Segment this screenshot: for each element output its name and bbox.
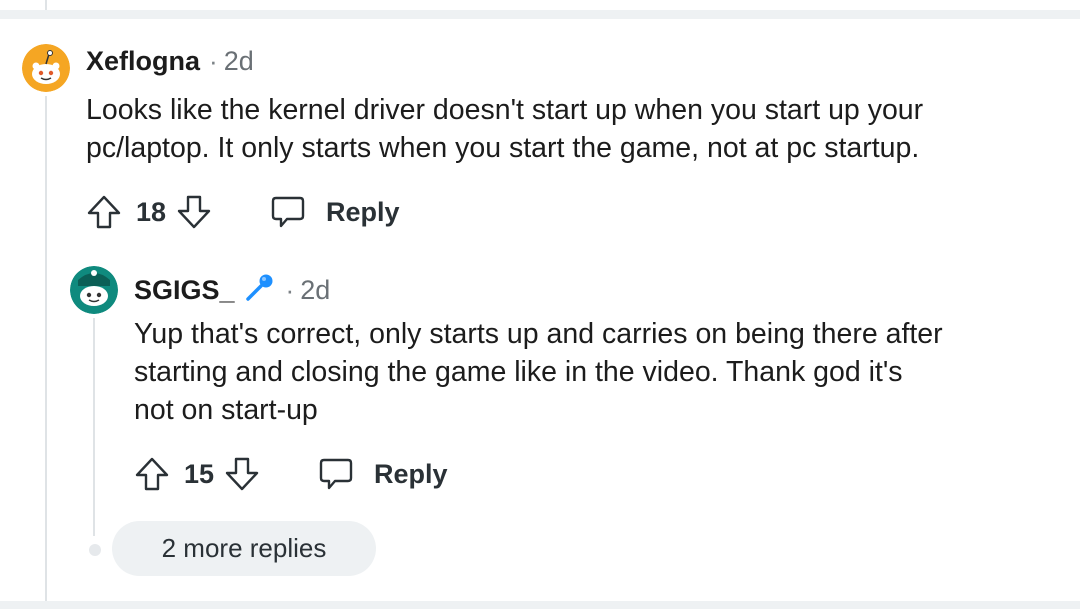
top-divider bbox=[0, 0, 1080, 19]
bottom-divider bbox=[0, 601, 1080, 609]
comment-header: Xeflogna · 2d bbox=[86, 46, 254, 77]
reply-label: Reply bbox=[374, 458, 448, 489]
avatar[interactable] bbox=[22, 44, 70, 92]
comment-bubble-icon bbox=[318, 457, 354, 491]
comment-line: Yup that's correct, only starts up and c… bbox=[134, 318, 943, 350]
comment-body: Yup that's correct, only starts up and c… bbox=[134, 315, 943, 429]
downvote-icon[interactable] bbox=[224, 456, 260, 492]
timestamp: 2d bbox=[223, 46, 254, 76]
upvote-icon[interactable] bbox=[134, 456, 170, 492]
snoo-avatar-icon bbox=[70, 266, 118, 314]
avatar[interactable] bbox=[70, 266, 118, 314]
vote-count: 15 bbox=[184, 458, 215, 489]
microphone-icon bbox=[243, 273, 277, 303]
comment-line: not on start-up bbox=[134, 394, 318, 426]
parent-thread-line bbox=[45, 0, 47, 10]
reply-button[interactable]: Reply bbox=[318, 457, 448, 491]
separator: · bbox=[285, 275, 295, 305]
downvote-icon[interactable] bbox=[176, 194, 212, 230]
comment-header: SGIGS_ · 2d bbox=[134, 269, 330, 306]
timestamp: 2d bbox=[300, 275, 331, 305]
username[interactable]: SGIGS_ bbox=[134, 275, 235, 306]
reply-label: Reply bbox=[326, 196, 400, 227]
snoo-avatar-icon bbox=[22, 44, 70, 92]
comment-actions: 15 Reply bbox=[134, 452, 448, 496]
comment-bubble-icon bbox=[270, 195, 306, 229]
comment-actions: 18 Reply bbox=[86, 190, 400, 234]
comment-line: pc/laptop. It only starts when you start… bbox=[86, 132, 920, 164]
separator: · bbox=[209, 46, 218, 76]
comment-line: Looks like the kernel driver doesn't sta… bbox=[86, 94, 924, 126]
upvote-icon[interactable] bbox=[86, 194, 122, 230]
nested-thread-line[interactable] bbox=[93, 318, 95, 536]
vote-count: 18 bbox=[136, 196, 167, 227]
reply-button[interactable]: Reply bbox=[270, 195, 400, 229]
thread-line[interactable] bbox=[45, 96, 47, 601]
comment-body: Looks like the kernel driver doesn't sta… bbox=[86, 91, 923, 167]
comment-line: starting and closing the game like in th… bbox=[134, 356, 903, 388]
username[interactable]: Xeflogna bbox=[86, 46, 200, 77]
more-replies-button[interactable]: 2 more replies bbox=[112, 521, 376, 576]
thread-dot bbox=[89, 544, 101, 556]
